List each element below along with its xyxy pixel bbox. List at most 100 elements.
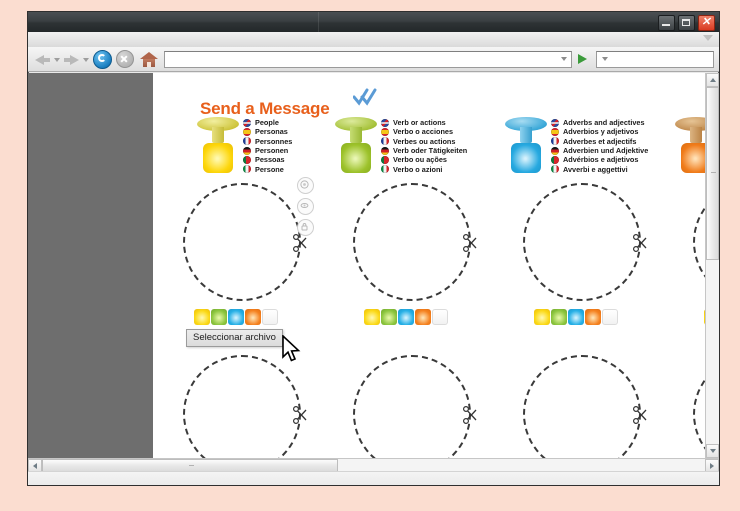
swatch-green[interactable] [551, 309, 567, 325]
close-button[interactable]: ✕ [698, 15, 715, 31]
swatch-orange[interactable] [245, 309, 261, 325]
legend-text: Verbo ou ações [393, 155, 447, 165]
legend-text: Verbes ou actions [393, 136, 456, 146]
move-tool-icon[interactable] [297, 177, 314, 194]
menu-bar[interactable] [28, 32, 719, 48]
forward-arrow-icon [70, 54, 79, 65]
legend-text: Verb oder Tätigkeiten [393, 146, 468, 156]
chevron-left-icon [33, 462, 37, 469]
blue-pushpin [501, 115, 553, 177]
flag-de-icon [381, 146, 389, 155]
legend-row: Verbo o acciones [381, 127, 467, 136]
object-tool-stack [297, 177, 314, 240]
legend-row: People [243, 118, 292, 127]
swatch-white[interactable] [432, 309, 448, 325]
legend-row: Verbes ou actions [381, 137, 467, 146]
dashed-circle[interactable] [183, 355, 301, 458]
scroll-up-button[interactable] [706, 73, 719, 87]
flag-it-icon [551, 165, 559, 174]
forward-button[interactable] [62, 50, 81, 69]
back-history-dropdown-icon[interactable] [54, 58, 60, 62]
home-icon[interactable] [140, 51, 158, 68]
address-bar[interactable] [164, 50, 572, 68]
color-swatch-row[interactable] [194, 309, 279, 325]
search-input[interactable] [613, 51, 740, 67]
scissors-icon[interactable] [291, 405, 309, 425]
swatch-blue[interactable] [228, 309, 244, 325]
menu-overflow-icon[interactable] [703, 35, 713, 41]
dashed-circle[interactable] [353, 183, 471, 301]
scissors-icon[interactable] [631, 405, 649, 425]
status-bar [28, 471, 719, 485]
eye-tool-icon[interactable] [297, 198, 314, 215]
legend-row: Adverbes et adjectifs [551, 137, 648, 146]
reload-icon[interactable] [93, 49, 112, 69]
legend-text: Verb or actions [393, 118, 446, 128]
swatch-orange[interactable] [415, 309, 431, 325]
address-input[interactable] [165, 51, 557, 67]
scissors-icon[interactable] [631, 233, 649, 253]
flag-pt-icon [243, 155, 251, 164]
legend-row: Verbo ou ações [381, 155, 467, 164]
swatch-green[interactable] [211, 309, 227, 325]
swatch-yellow[interactable] [194, 309, 210, 325]
go-button[interactable] [575, 51, 590, 68]
swatch-yellow[interactable] [534, 309, 550, 325]
legend-row: Avverbi e aggettivi [551, 164, 648, 174]
legend-languages: People Personas Personnes Personen Pesso… [243, 118, 292, 174]
legend-row: Personnes [243, 137, 292, 146]
dashed-circle[interactable] [183, 183, 301, 301]
horizontal-scrollbar[interactable] [28, 458, 719, 472]
dashed-circle[interactable] [523, 183, 641, 301]
back-button[interactable] [33, 50, 52, 69]
lock-tool-icon[interactable] [297, 219, 314, 236]
legend-text: Avverbi e aggettivi [563, 164, 628, 174]
maximize-button[interactable] [678, 15, 695, 31]
swatch-white[interactable] [602, 309, 618, 325]
chevron-down-icon [710, 449, 716, 453]
scissors-icon[interactable] [461, 233, 479, 253]
swatch-blue[interactable] [568, 309, 584, 325]
swatch-blue[interactable] [398, 309, 414, 325]
address-dropdown-icon[interactable] [561, 57, 567, 61]
legend-languages: Verb or actions Verbo o acciones Verbes … [381, 118, 467, 174]
flag-it-icon [243, 165, 251, 174]
dashed-circle[interactable] [693, 183, 705, 301]
title-bar[interactable]: ✕ [28, 12, 719, 33]
swatch-yellow[interactable] [364, 309, 380, 325]
legend-row: Verb oder Tätigkeiten [381, 146, 467, 155]
swatch-orange[interactable] [585, 309, 601, 325]
flag-fr-icon [551, 137, 559, 146]
stop-icon[interactable] [116, 50, 134, 68]
vertical-scroll-thumb[interactable] [706, 87, 719, 260]
search-box[interactable] [596, 50, 740, 68]
dashed-circle[interactable] [353, 355, 471, 458]
color-swatch-row[interactable] [534, 309, 619, 325]
color-swatch-row[interactable] [364, 309, 449, 325]
legend-row: Advérbios e adjetivos [551, 155, 648, 164]
legend-row: Adverbien und Adjektive [551, 146, 648, 155]
flag-it-icon [381, 165, 389, 174]
browser-window: ✕ Send a Message People Personas Personn… [27, 11, 740, 486]
scissors-icon[interactable] [461, 405, 479, 425]
vertical-scrollbar[interactable] [705, 73, 719, 458]
legend-row: Persone [243, 164, 292, 174]
forward-history-dropdown-icon[interactable] [83, 58, 89, 62]
double-check-icon [353, 88, 377, 106]
browser-viewport: Send a Message People Personas Personnes [28, 73, 719, 485]
page-side-panel [28, 73, 153, 458]
flag-de-icon [551, 146, 559, 155]
search-engine-dropdown-icon[interactable] [602, 57, 608, 61]
dashed-circle[interactable] [523, 355, 641, 458]
swatch-green[interactable] [381, 309, 397, 325]
legend-text: Personnes [255, 136, 293, 146]
scroll-down-button[interactable] [706, 444, 719, 458]
minimize-button[interactable] [658, 15, 675, 31]
dashed-circle[interactable] [693, 355, 705, 458]
flag-uk-icon [551, 118, 559, 127]
page-content: Send a Message People Personas Personnes [153, 73, 705, 458]
swatch-white[interactable] [262, 309, 278, 325]
legend-text: Adverbios y adjetivos [563, 127, 639, 137]
legend-row: Adverbios y adjetivos [551, 127, 648, 136]
legend-text: Personas [255, 127, 288, 137]
